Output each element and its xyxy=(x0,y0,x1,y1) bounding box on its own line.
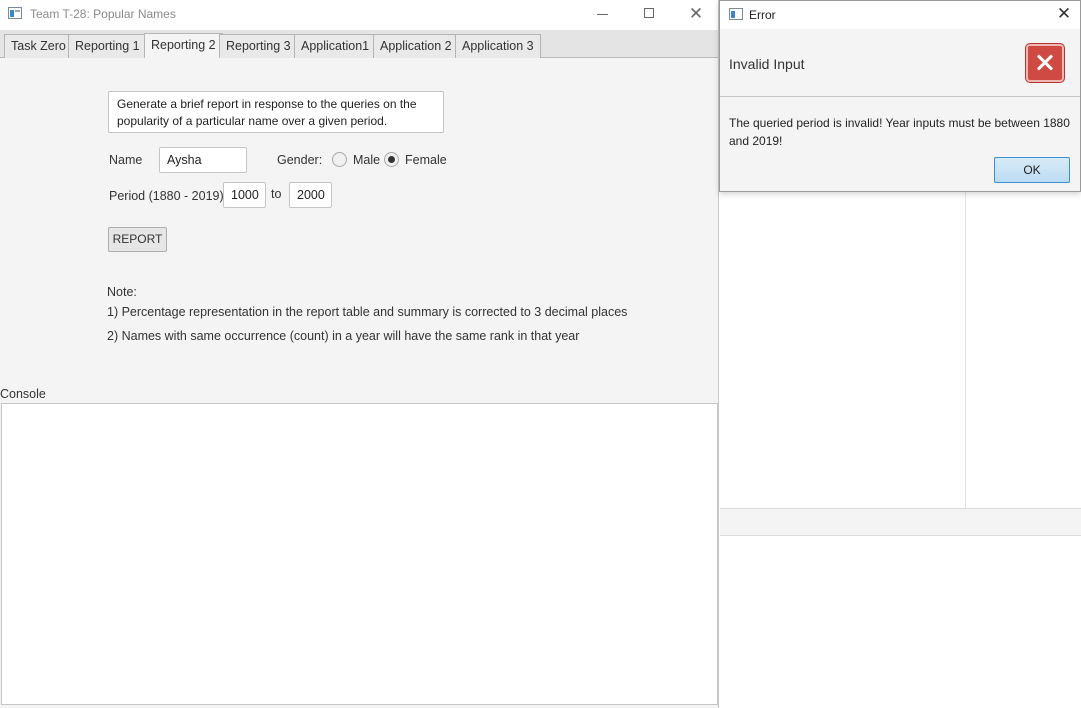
male-radio[interactable] xyxy=(332,152,347,167)
tab-reporting-1[interactable]: Reporting 1 xyxy=(68,34,147,58)
window-title: Team T-28: Popular Names xyxy=(30,7,176,21)
maximize-icon xyxy=(644,8,654,18)
tab-reporting-3[interactable]: Reporting 3 xyxy=(219,34,298,58)
period-to-input[interactable]: 2000 xyxy=(289,182,332,208)
dialog-title: Error xyxy=(749,8,776,22)
main-window: Team T-28: Popular Names ✕ Task Zero Rep… xyxy=(0,0,719,708)
tab-application1[interactable]: Application1 xyxy=(294,34,377,58)
period-from-input[interactable]: 1000 xyxy=(223,182,266,208)
female-radio-label[interactable]: Female xyxy=(405,153,447,167)
male-radio-label[interactable]: Male xyxy=(353,153,380,167)
console-label: Console xyxy=(0,387,46,401)
dialog-window-icon xyxy=(729,8,743,20)
name-input[interactable]: Aysha xyxy=(159,147,247,173)
minimize-button[interactable] xyxy=(592,4,614,24)
female-radio[interactable] xyxy=(384,152,399,167)
background-window-divider xyxy=(965,192,966,508)
dialog-titlebar[interactable]: Error ✕ xyxy=(720,1,1080,29)
gender-label: Gender: xyxy=(277,153,323,167)
error-x-icon xyxy=(1026,44,1064,82)
main-titlebar[interactable]: Team T-28: Popular Names ✕ xyxy=(0,0,718,30)
tab-bar: Task Zero Reporting 1 Reporting 2 Report… xyxy=(0,30,718,58)
background-window-strip xyxy=(720,508,1081,536)
name-label: Name xyxy=(109,153,143,167)
period-label: Period (1880 - 2019): xyxy=(109,189,228,203)
tab-application-3[interactable]: Application 3 xyxy=(455,34,541,58)
app-window-icon xyxy=(8,7,22,19)
close-icon: ✕ xyxy=(1056,4,1072,23)
dialog-header: Invalid Input xyxy=(720,29,1080,97)
note-line-1: 1) Percentage representation in the repo… xyxy=(107,305,628,319)
minimize-icon xyxy=(597,14,608,15)
description-box: Generate a brief report in response to t… xyxy=(108,91,444,133)
dialog-message: The queried period is invalid! Year inpu… xyxy=(729,116,1070,148)
tab-reporting-2[interactable]: Reporting 2 xyxy=(144,33,223,58)
to-label: to xyxy=(271,187,282,201)
report-button[interactable]: REPORT xyxy=(108,227,167,252)
maximize-button[interactable] xyxy=(639,4,661,24)
note-line-2: 2) Names with same occurrence (count) in… xyxy=(107,329,580,343)
close-icon: ✕ xyxy=(688,4,704,23)
note-title: Note: xyxy=(107,285,137,299)
tab-task-zero[interactable]: Task Zero xyxy=(4,34,73,58)
dialog-close-button[interactable]: ✕ xyxy=(1054,4,1074,24)
dialog-header-text: Invalid Input xyxy=(729,56,805,72)
console-textarea[interactable] xyxy=(1,403,718,705)
close-button[interactable]: ✕ xyxy=(685,4,707,24)
tab-application-2[interactable]: Application 2 xyxy=(373,34,459,58)
ok-button[interactable]: OK xyxy=(994,157,1070,183)
error-dialog: Error ✕ Invalid Input The queried period… xyxy=(719,0,1081,192)
